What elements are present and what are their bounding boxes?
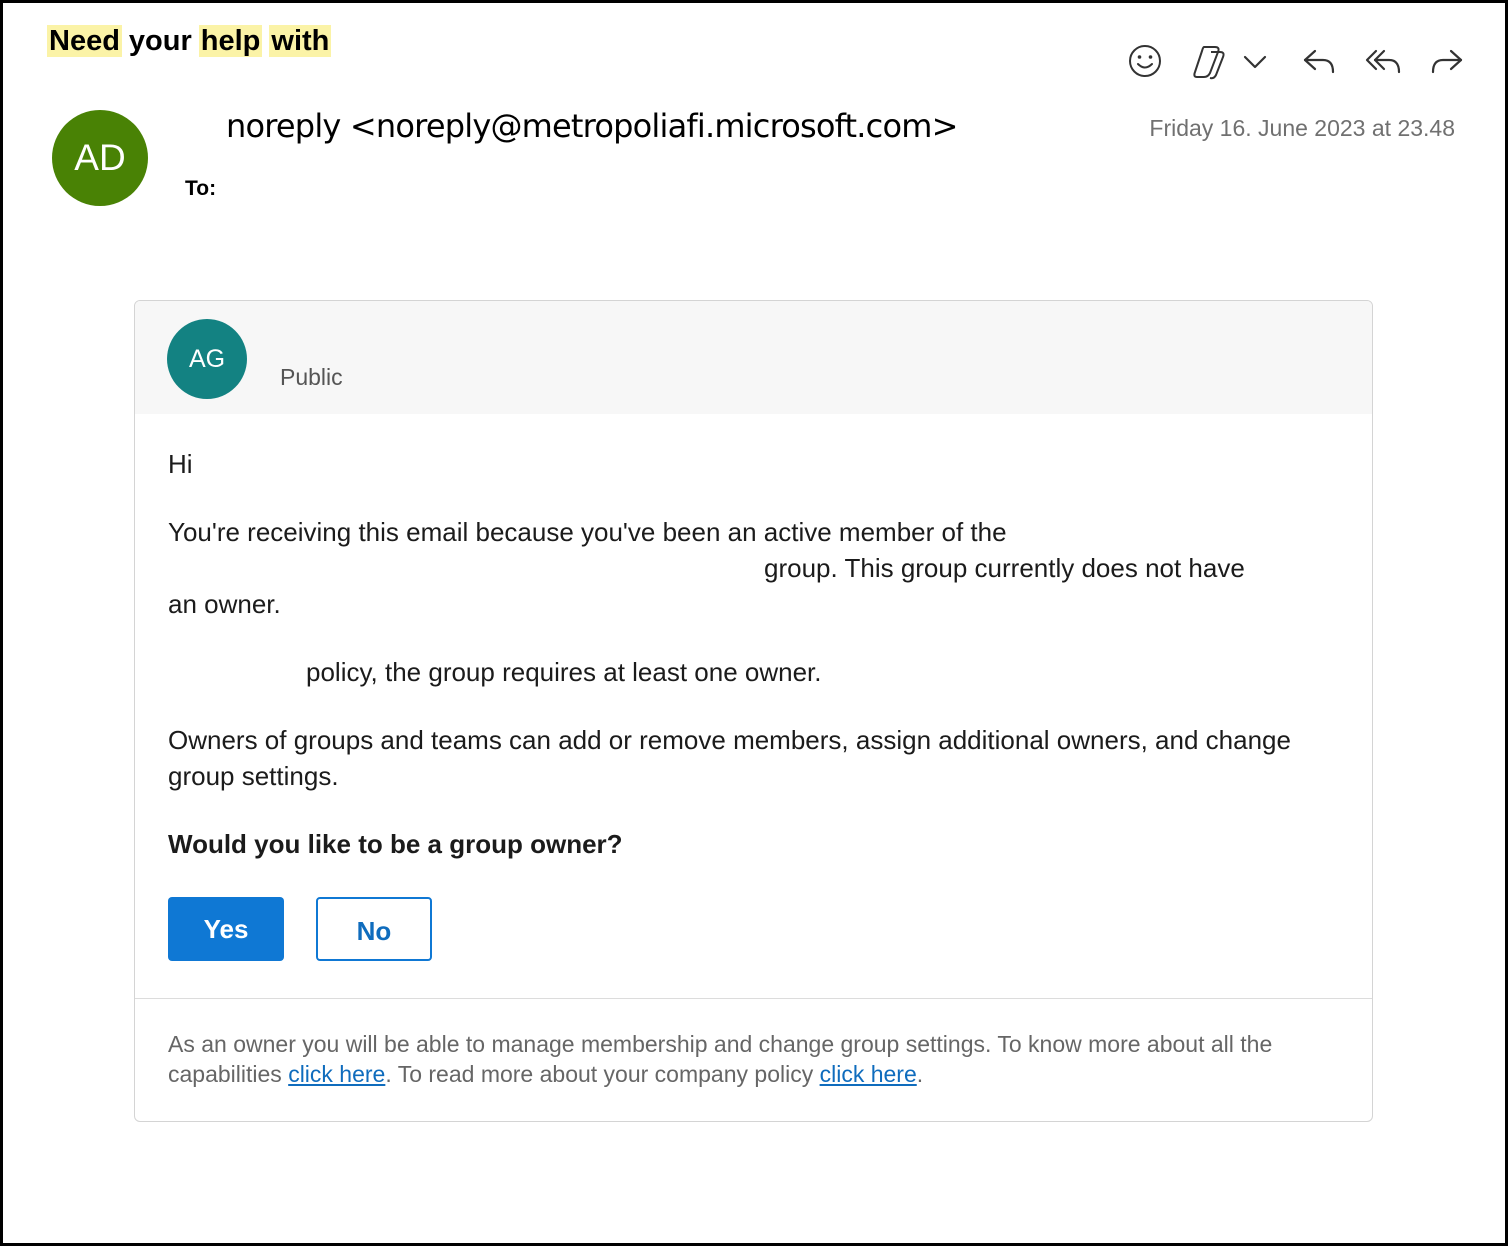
forward-icon[interactable] — [1427, 41, 1467, 81]
yes-button[interactable]: Yes — [168, 897, 284, 961]
sender-avatar[interactable]: AD — [52, 110, 148, 206]
policy-paragraph: policy, the group requires at least one … — [306, 657, 822, 687]
capabilities-link[interactable]: click here — [288, 1061, 385, 1087]
footer-text: . To read more about your company policy — [385, 1061, 814, 1087]
subject-word: with — [269, 25, 332, 57]
paragraph-line: an owner. — [168, 589, 281, 619]
group-avatar: AG — [167, 319, 247, 399]
subject-word: help — [198, 25, 263, 57]
owner-question: Would you like to be a group owner? — [168, 829, 623, 859]
paragraph-line: You're receiving this email because you'… — [168, 517, 1007, 547]
owners-paragraph: Owners of groups and teams can add or re… — [168, 725, 1291, 791]
copilot-icon[interactable] — [1189, 41, 1229, 81]
sender-address[interactable]: noreply <noreply@metropoliafi.microsoft.… — [226, 107, 958, 145]
group-ownership-card: AG Public Hi You're receiving this email… — [134, 300, 1373, 1122]
to-label: To: — [185, 177, 217, 200]
card-header: AG Public — [135, 301, 1372, 414]
sent-date: Friday 16. June 2023 at 23.48 — [1149, 115, 1455, 141]
group-privacy-label: Public — [280, 364, 343, 390]
subject-word: your — [128, 25, 192, 57]
footer-text: . — [916, 1061, 924, 1087]
chevron-down-icon[interactable] — [1237, 41, 1273, 81]
divider — [135, 998, 1372, 999]
membership-paragraph: You're receiving this email because you'… — [168, 514, 1328, 622]
reply-icon[interactable] — [1299, 41, 1339, 81]
reply-all-icon[interactable] — [1363, 41, 1403, 81]
smiley-icon[interactable] — [1125, 41, 1165, 81]
email-subject: Need your help with — [47, 25, 332, 58]
card-footer: As an owner you will be able to manage m… — [168, 1029, 1338, 1089]
email-window: Need your help with AD noreply <noreply@met… — [0, 0, 1508, 1246]
subject-word: Need — [47, 25, 122, 57]
no-button[interactable]: No — [316, 897, 432, 961]
policy-link[interactable]: click here — [820, 1061, 917, 1087]
card-body: Hi You're receiving this email because y… — [168, 446, 1328, 894]
greeting: Hi — [168, 449, 193, 479]
paragraph-line: group. This group currently does not hav… — [764, 553, 1245, 583]
